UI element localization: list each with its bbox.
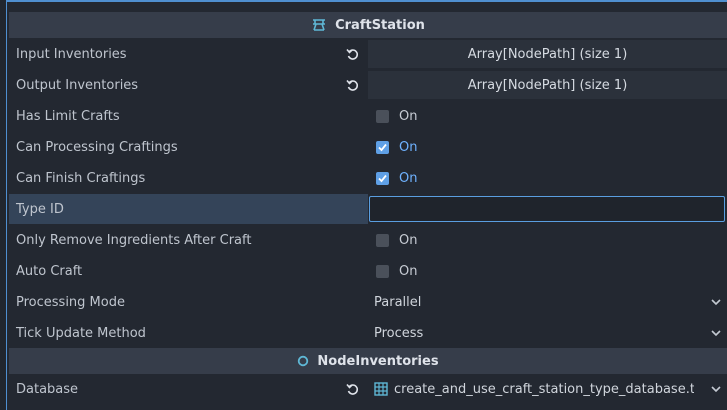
property-can-finish-craftings: Can Finish Craftings On bbox=[9, 163, 727, 193]
chevron-down-icon bbox=[710, 383, 722, 395]
revert-icon[interactable] bbox=[344, 77, 360, 93]
section-title: NodeInventories bbox=[317, 353, 439, 369]
resource-path: create_and_use_craft_station_type_databa… bbox=[394, 381, 694, 397]
dropdown-value: Process bbox=[374, 325, 424, 341]
array-editor-button[interactable]: Array[NodePath] (size 1) bbox=[368, 40, 727, 68]
checkbox-label: On bbox=[399, 170, 418, 186]
property-label: Has Limit Crafts bbox=[9, 101, 368, 131]
property-has-limit-crafts: Has Limit Crafts On bbox=[9, 101, 727, 131]
property-processing-mode: Processing Mode Parallel bbox=[9, 287, 727, 317]
property-input-inventories: Input Inventories Array[NodePath] (size … bbox=[9, 39, 727, 69]
checkbox-icon[interactable] bbox=[376, 264, 389, 278]
property-label: Auto Craft bbox=[9, 256, 368, 286]
chevron-down-icon bbox=[710, 296, 722, 308]
revert-icon[interactable] bbox=[344, 381, 360, 397]
craft-station-icon bbox=[311, 18, 327, 32]
property-type-id: Type ID bbox=[9, 194, 727, 224]
checkbox-toggle[interactable]: On bbox=[368, 256, 727, 286]
checkbox-toggle[interactable]: On bbox=[368, 101, 727, 131]
circle-node-icon bbox=[297, 355, 309, 367]
property-label: Processing Mode bbox=[9, 287, 368, 317]
checkbox-label: On bbox=[399, 263, 418, 279]
checkbox-toggle[interactable]: On bbox=[368, 163, 727, 193]
processing-mode-dropdown[interactable]: Parallel bbox=[368, 287, 727, 317]
checkbox-icon[interactable] bbox=[376, 233, 389, 247]
database-resource-picker[interactable]: create_and_use_craft_station_type_databa… bbox=[368, 374, 727, 404]
section-header-craftstation[interactable]: CraftStation bbox=[9, 12, 727, 38]
property-only-remove-ingredients-after-craft: Only Remove Ingredients After Craft On bbox=[9, 225, 727, 255]
resource-grid-icon bbox=[374, 382, 388, 396]
property-label: Type ID bbox=[9, 194, 368, 224]
dropdown-value: Parallel bbox=[374, 294, 422, 310]
checkbox-toggle[interactable]: On bbox=[368, 225, 727, 255]
section-title: CraftStation bbox=[335, 17, 425, 33]
property-label: Can Finish Craftings bbox=[9, 163, 368, 193]
array-editor-button[interactable]: Array[NodePath] (size 1) bbox=[368, 71, 727, 99]
checkbox-toggle[interactable]: On bbox=[368, 132, 727, 162]
property-label: Input Inventories bbox=[9, 39, 368, 69]
property-output-inventories: Output Inventories Array[NodePath] (size… bbox=[9, 70, 727, 100]
property-can-processing-craftings: Can Processing Craftings On bbox=[9, 132, 727, 162]
chevron-down-icon bbox=[710, 327, 722, 339]
property-database: Database create_and_use_craft_station_ty… bbox=[9, 374, 727, 404]
property-label: Tick Update Method bbox=[9, 318, 368, 348]
checkbox-checked-icon[interactable] bbox=[376, 171, 389, 185]
type-id-input[interactable] bbox=[369, 196, 725, 222]
type-id-field[interactable] bbox=[368, 194, 727, 224]
tick-update-method-dropdown[interactable]: Process bbox=[368, 318, 727, 348]
checkbox-label: On bbox=[399, 232, 418, 248]
checkbox-label: On bbox=[399, 108, 418, 124]
checkbox-icon[interactable] bbox=[376, 109, 389, 123]
revert-icon[interactable] bbox=[344, 46, 360, 62]
property-tick-update-method: Tick Update Method Process bbox=[9, 318, 727, 348]
property-label: Database bbox=[9, 374, 368, 404]
checkbox-label: On bbox=[399, 139, 418, 155]
checkbox-checked-icon[interactable] bbox=[376, 140, 389, 154]
section-header-nodeinventories[interactable]: NodeInventories bbox=[9, 348, 727, 374]
property-label: Output Inventories bbox=[9, 70, 368, 100]
property-label: Only Remove Ingredients After Craft bbox=[9, 225, 368, 255]
property-auto-craft: Auto Craft On bbox=[9, 256, 727, 286]
property-label: Can Processing Craftings bbox=[9, 132, 368, 162]
